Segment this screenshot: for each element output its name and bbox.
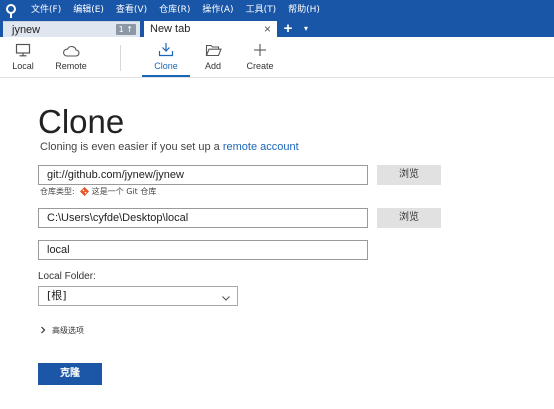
subtitle-text: Cloning is even easier if you set up a <box>40 141 223 153</box>
menu-bar: 文件(F) 编辑(E) 查看(V) 仓库(R) 操作(A) 工具(T) 帮助(H… <box>0 0 554 21</box>
add-label: Add <box>204 61 221 71</box>
repo-type-info: 仓库类型: 这是一个 Git 仓库 <box>40 186 156 197</box>
destination-path-input[interactable] <box>38 208 368 228</box>
menu-actions[interactable]: 操作(A) <box>196 0 239 21</box>
menu-tools[interactable]: 工具(T) <box>240 0 283 21</box>
cloud-icon <box>62 37 80 59</box>
tab-list-dropdown-icon[interactable]: ▾ <box>300 21 312 37</box>
browse-destination-button[interactable]: 浏览 <box>377 208 441 228</box>
menu-view[interactable]: 查看(V) <box>110 0 153 21</box>
local-folder-value: [根] <box>47 289 67 302</box>
menu-help[interactable]: 帮助(H) <box>282 0 326 21</box>
remote-label: Remote <box>55 61 87 71</box>
toolbar-separator <box>120 45 121 71</box>
add-tab-button[interactable]: + <box>281 21 295 37</box>
close-icon[interactable]: × <box>264 21 277 37</box>
active-tab-indicator <box>142 75 190 77</box>
clone-tool-button[interactable]: Clone <box>150 37 182 77</box>
tab-bar: jynew 1 ↑ New tab × + ▾ <box>0 21 554 37</box>
page-title: Clone <box>38 103 125 140</box>
remote-account-link[interactable]: remote account <box>223 141 299 153</box>
menu-edit[interactable]: 编辑(E) <box>67 0 110 21</box>
tab-new[interactable]: New tab × <box>144 21 277 37</box>
advanced-options-label: 高级选项 <box>52 326 84 335</box>
tab-repo-jynew[interactable]: jynew 1 ↑ <box>3 21 140 37</box>
git-diamond-icon <box>79 186 89 197</box>
toolbar: Local Remote Clone Add Create <box>0 37 554 78</box>
menu-file[interactable]: 文件(F) <box>25 0 67 21</box>
repo-name-input[interactable] <box>38 240 368 260</box>
page-subtitle: Cloning is even easier if you set up a r… <box>40 141 299 153</box>
local-folder-dropdown[interactable]: [根] <box>38 286 238 306</box>
plus-icon <box>253 37 267 59</box>
tab-new-label: New tab <box>150 23 191 35</box>
chevron-down-icon <box>221 291 231 301</box>
repo-type-value: 这是一个 Git 仓库 <box>91 187 157 196</box>
app-logo-icon <box>0 0 21 21</box>
clone-label: Clone <box>154 61 178 71</box>
download-tray-icon <box>158 37 174 59</box>
repo-type-label: 仓库类型: <box>40 187 75 196</box>
advanced-options-toggle[interactable]: 高级选项 <box>40 325 84 336</box>
tab-repo-label: jynew <box>12 23 41 36</box>
source-url-input[interactable] <box>38 165 368 185</box>
menu-repository[interactable]: 仓库(R) <box>153 0 196 21</box>
add-tool-button[interactable]: Add <box>198 37 228 77</box>
push-count-badge: 1 ↑ <box>115 24 136 35</box>
local-label: Local <box>12 61 34 71</box>
local-button[interactable]: Local <box>8 37 38 77</box>
chevron-right-icon <box>40 326 46 336</box>
create-tool-button[interactable]: Create <box>244 37 276 77</box>
monitor-icon <box>15 37 31 59</box>
browse-source-button[interactable]: 浏览 <box>377 165 441 185</box>
remote-button[interactable]: Remote <box>53 37 89 77</box>
local-folder-label: Local Folder: <box>38 271 96 282</box>
create-label: Create <box>246 61 274 71</box>
clone-button[interactable]: 克隆 <box>38 363 102 385</box>
folder-open-icon <box>205 37 222 59</box>
